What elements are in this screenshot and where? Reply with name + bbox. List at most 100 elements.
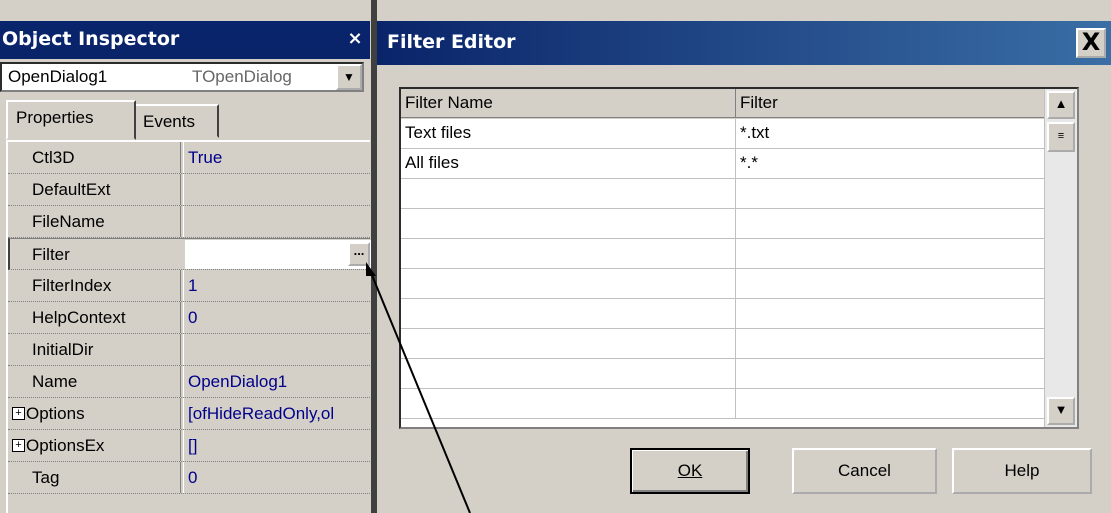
- property-grid: Ctl3D True DefaultExt FileName Filter ..…: [6, 140, 371, 513]
- filter-pattern-cell[interactable]: [736, 209, 1069, 239]
- property-value[interactable]: [ofHideReadOnly,ol: [188, 404, 334, 424]
- filter-editor-dialog: Filter Editor X Filter Name Filter Text …: [377, 0, 1111, 513]
- expand-icon[interactable]: +: [12, 439, 25, 452]
- filter-name-cell[interactable]: [401, 299, 736, 329]
- filter-value-editor[interactable]: [185, 240, 371, 269]
- filter-name-cell[interactable]: All files: [401, 149, 736, 179]
- property-name: Name: [32, 372, 78, 391]
- filter-name-cell[interactable]: [401, 239, 736, 269]
- expand-icon[interactable]: +: [12, 407, 25, 420]
- property-name: FileName: [32, 212, 105, 231]
- filter-name-cell[interactable]: [401, 359, 736, 389]
- scroll-thumb[interactable]: ≡: [1047, 122, 1075, 152]
- property-row-tag[interactable]: Tag 0: [8, 462, 370, 494]
- property-row-initialdir[interactable]: InitialDir: [8, 334, 370, 366]
- property-value[interactable]: []: [188, 436, 197, 456]
- table-row[interactable]: [401, 209, 1069, 239]
- property-name: Ctl3D: [32, 148, 75, 167]
- table-row[interactable]: [401, 239, 1069, 269]
- filter-name-cell[interactable]: [401, 269, 736, 299]
- filter-name-cell[interactable]: [401, 389, 736, 419]
- filter-pattern-cell[interactable]: [736, 179, 1069, 209]
- filter-name-cell[interactable]: [401, 209, 736, 239]
- vertical-scrollbar[interactable]: ▲ ≡ ▼: [1044, 89, 1077, 427]
- component-selector[interactable]: OpenDialog1 TOpenDialog ▼: [0, 62, 364, 92]
- close-icon[interactable]: X: [1076, 28, 1106, 58]
- property-row-optionsex[interactable]: + OptionsEx []: [8, 430, 370, 462]
- grid-header: Filter Name Filter: [401, 89, 1069, 119]
- property-name: Filter: [32, 245, 70, 264]
- property-value[interactable]: 1: [188, 276, 197, 296]
- column-divider: [180, 206, 184, 237]
- column-divider: [180, 398, 184, 429]
- property-value[interactable]: OpenDialog1: [188, 372, 287, 392]
- close-icon[interactable]: ×: [344, 28, 366, 50]
- filter-pattern-cell[interactable]: [736, 329, 1069, 359]
- cancel-button[interactable]: Cancel: [792, 448, 937, 494]
- property-value[interactable]: True: [188, 148, 222, 168]
- property-name: HelpContext: [32, 308, 126, 327]
- column-divider: [180, 174, 184, 205]
- property-row-defaultext[interactable]: DefaultExt: [8, 174, 370, 206]
- filter-pattern-cell[interactable]: [736, 269, 1069, 299]
- filter-editor-title-bar[interactable]: Filter Editor X: [377, 21, 1111, 65]
- property-row-filter[interactable]: Filter ...: [8, 238, 371, 270]
- table-row[interactable]: All files *.*: [401, 149, 1069, 179]
- cancel-button-label: Cancel: [838, 461, 891, 480]
- table-row[interactable]: [401, 269, 1069, 299]
- property-name: Options: [26, 404, 85, 423]
- table-row[interactable]: [401, 359, 1069, 389]
- component-name: OpenDialog1: [8, 67, 108, 86]
- filter-name-cell[interactable]: [401, 329, 736, 359]
- column-divider: [180, 430, 184, 461]
- table-row[interactable]: [401, 299, 1069, 329]
- ellipsis-button[interactable]: ...: [348, 242, 370, 266]
- tab-events[interactable]: Events: [133, 104, 219, 138]
- filter-editor-title: Filter Editor: [387, 31, 516, 53]
- property-name: DefaultExt: [32, 180, 111, 199]
- column-divider: [180, 366, 184, 397]
- property-row-ctl3d[interactable]: Ctl3D True: [8, 142, 370, 174]
- property-row-helpcontext[interactable]: HelpContext 0: [8, 302, 370, 334]
- property-row-filterindex[interactable]: FilterIndex 1: [8, 270, 370, 302]
- filter-name-cell[interactable]: Text files: [401, 119, 736, 149]
- table-row[interactable]: [401, 389, 1069, 419]
- scroll-up-icon[interactable]: ▲: [1047, 91, 1075, 119]
- ok-button-label: OK: [677, 461, 703, 480]
- help-button[interactable]: Help: [952, 448, 1092, 494]
- tab-properties[interactable]: Properties: [6, 100, 136, 140]
- property-name: FilterIndex: [32, 276, 112, 295]
- chevron-down-icon[interactable]: ▼: [336, 64, 362, 90]
- filter-grid[interactable]: Filter Name Filter Text files *.txt All …: [399, 87, 1079, 429]
- object-inspector-title: Object Inspector: [2, 28, 180, 50]
- filter-pattern-cell[interactable]: [736, 389, 1069, 419]
- property-row-options[interactable]: + Options [ofHideReadOnly,ol: [8, 398, 370, 430]
- column-divider: [180, 302, 184, 333]
- property-name: Tag: [32, 468, 60, 487]
- filter-pattern-cell[interactable]: *.*: [736, 149, 1069, 179]
- ok-button[interactable]: OK: [630, 448, 750, 494]
- column-divider: [180, 270, 184, 301]
- property-value[interactable]: 0: [188, 468, 197, 488]
- column-header-filter-name[interactable]: Filter Name: [401, 89, 736, 118]
- column-header-filter[interactable]: Filter: [736, 89, 1069, 118]
- column-divider: [180, 142, 184, 173]
- property-row-filename[interactable]: FileName: [8, 206, 370, 238]
- filter-pattern-cell[interactable]: [736, 239, 1069, 269]
- filter-name-cell[interactable]: [401, 179, 736, 209]
- filter-pattern-cell[interactable]: *.txt: [736, 119, 1069, 149]
- column-divider: [180, 462, 184, 493]
- property-row-name[interactable]: Name OpenDialog1: [8, 366, 370, 398]
- property-name: InitialDir: [32, 340, 94, 359]
- filter-pattern-cell[interactable]: [736, 299, 1069, 329]
- table-row[interactable]: Text files *.txt: [401, 119, 1069, 149]
- scroll-down-icon[interactable]: ▼: [1047, 397, 1075, 425]
- table-row[interactable]: [401, 329, 1069, 359]
- object-inspector-window: Object Inspector × OpenDialog1 TOpenDial…: [0, 0, 375, 513]
- object-inspector-title-bar[interactable]: Object Inspector ×: [0, 21, 370, 59]
- property-name: OptionsEx: [26, 436, 105, 455]
- property-value[interactable]: 0: [188, 308, 197, 328]
- help-button-label: Help: [1004, 461, 1040, 480]
- filter-pattern-cell[interactable]: [736, 359, 1069, 389]
- table-row[interactable]: [401, 179, 1069, 209]
